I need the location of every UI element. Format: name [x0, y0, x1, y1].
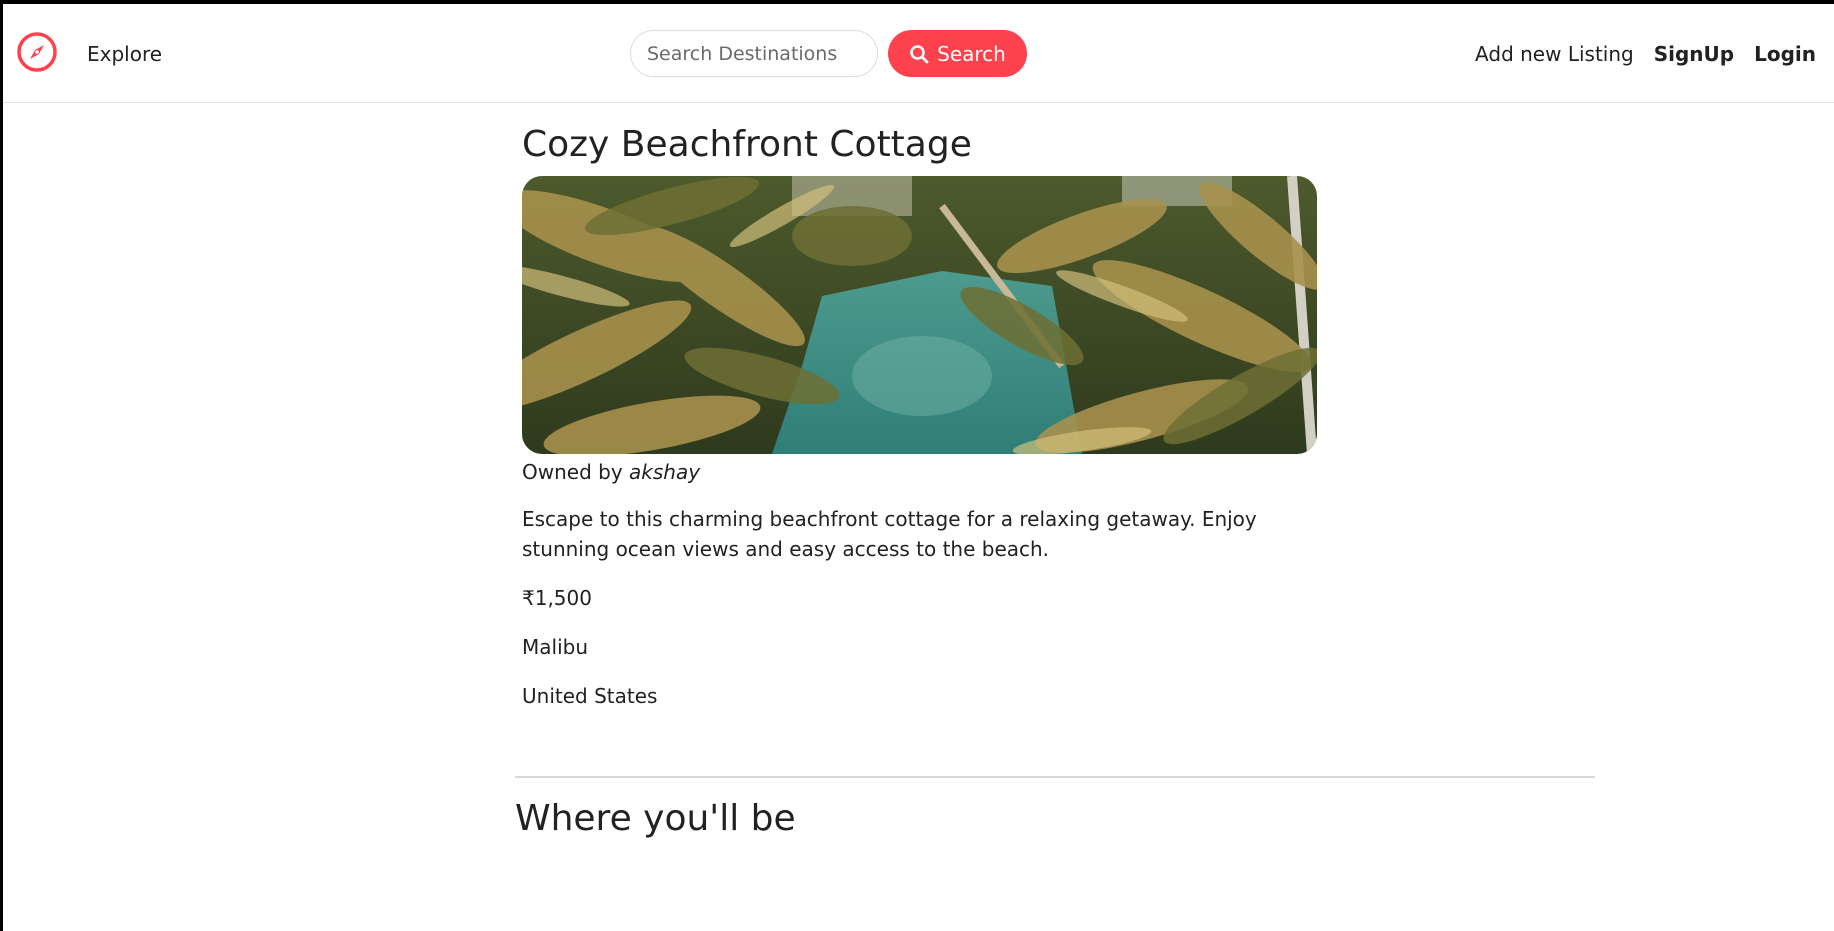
search-button[interactable]: Search — [888, 30, 1027, 77]
search-input[interactable] — [630, 30, 878, 77]
add-new-listing-link[interactable]: Add new Listing — [1475, 42, 1634, 66]
nav-right-links: Add new Listing SignUp Login — [1475, 42, 1816, 66]
nav-explore-link[interactable]: Explore — [87, 42, 162, 66]
compass-icon — [16, 31, 58, 73]
navbar: Explore Search Add new Listing SignUp Lo… — [3, 4, 1834, 103]
listing-title: Cozy Beachfront Cottage — [522, 124, 972, 165]
listing-country: United States — [522, 684, 658, 708]
browser-viewport: Explore Search Add new Listing SignUp Lo… — [3, 4, 1834, 931]
search-form: Search — [630, 30, 1027, 77]
listing-image — [522, 176, 1317, 454]
search-button-label: Search — [937, 41, 1006, 66]
login-link[interactable]: Login — [1754, 42, 1816, 66]
owner-prefix: Owned by — [522, 460, 623, 484]
signup-link[interactable]: SignUp — [1654, 42, 1734, 66]
listing-price: ₹1,500 — [522, 586, 592, 610]
listing-location: Malibu — [522, 635, 588, 659]
map-section-title: Where you'll be — [515, 798, 796, 839]
section-divider — [515, 776, 1595, 778]
listing-owner: Owned by akshay — [522, 458, 1322, 486]
listing-description: Escape to this charming beachfront cotta… — [522, 507, 1257, 561]
search-icon — [909, 44, 929, 64]
brand-logo-link[interactable] — [16, 31, 58, 73]
listing-details: Cozy Beachfront Cottage Owned by akshay … — [522, 121, 1322, 711]
owner-name: akshay — [629, 460, 701, 484]
